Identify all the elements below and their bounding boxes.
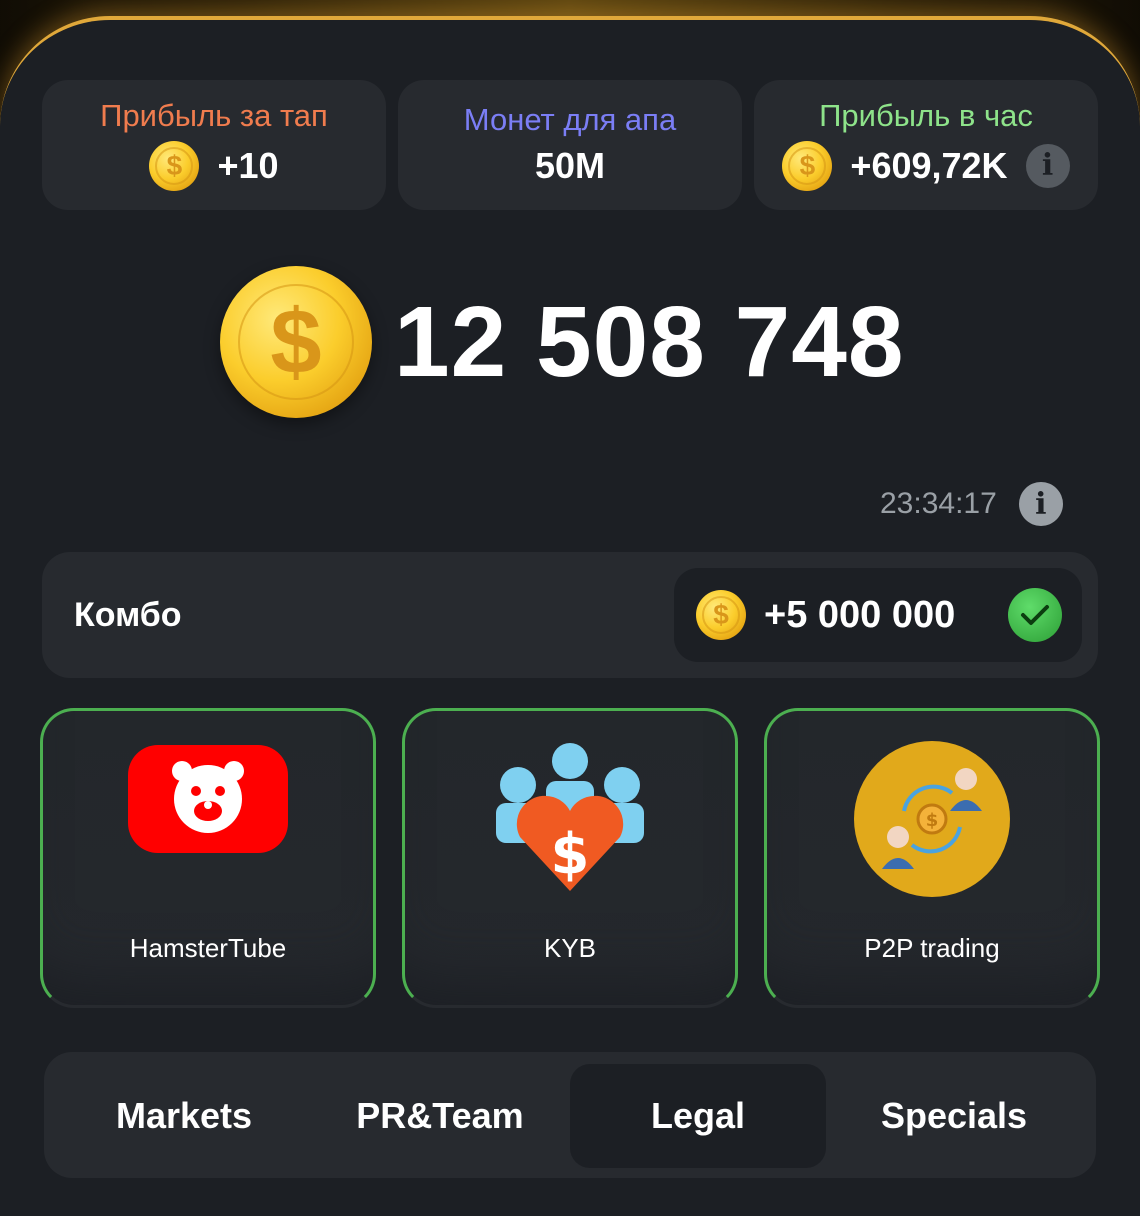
combo-card-p2p-trading[interactable]: $ P2P trading <box>764 708 1100 1008</box>
card-label: HamsterTube <box>129 933 287 963</box>
card-label: P2P trading <box>864 933 1000 963</box>
stat-label-coins-to-level-up: Монет для апа <box>463 101 677 137</box>
tab-markets[interactable]: Markets <box>56 1064 312 1168</box>
stat-card-profit-per-hour: Прибыль в час $ +609,72K i <box>754 80 1098 210</box>
stat-label-profit-per-hour: Прибыль в час <box>819 97 1033 133</box>
coin-icon: $ <box>220 266 372 418</box>
stat-value-coins-to-level-up: 50M <box>534 144 606 186</box>
card-label: KYB <box>543 933 597 963</box>
combo-reward: $ +5 000 000 <box>674 568 1082 662</box>
svg-text:$: $ <box>926 810 939 831</box>
stat-row: $ +10 <box>149 140 279 191</box>
svg-text:$: $ <box>551 822 590 887</box>
category-tabs: Markets PR&Team Legal Specials <box>44 1052 1096 1178</box>
combo-timer: 23:34:17 i <box>880 482 1063 526</box>
stat-card-profit-per-tap: Прибыль за тап $ +10 <box>42 80 386 210</box>
tab-pr-team[interactable]: PR&Team <box>312 1064 568 1168</box>
combo-label: Комбо <box>74 596 182 634</box>
combo-card-hamstertube[interactable]: HamsterTube <box>40 708 376 1008</box>
stat-card-coins-to-level-up: Монет для апа 50M <box>398 80 742 210</box>
stat-row: 50M <box>535 145 605 187</box>
combo-reward-value: +5 000 000 <box>764 593 956 636</box>
info-icon[interactable]: i <box>1025 143 1070 188</box>
info-icon[interactable]: i <box>1018 482 1063 526</box>
hamstertube-icon <box>126 741 290 862</box>
coin-icon: $ <box>782 140 833 191</box>
stat-value-profit-per-tap: +10 <box>217 144 279 186</box>
coin-icon: $ <box>149 140 200 191</box>
combo-bar: Комбо $ +5 000 000 <box>42 552 1098 678</box>
kyb-icon: $ <box>490 741 650 906</box>
tab-specials[interactable]: Specials <box>826 1064 1082 1168</box>
timer-text: 23:34:17 <box>880 487 997 520</box>
balance-value: 12 508 748 <box>394 285 905 398</box>
combo-card-kyb[interactable]: $ KYB <box>402 708 738 1008</box>
check-icon <box>1008 588 1062 642</box>
stat-row: $ +609,72K i <box>782 140 1070 191</box>
main-panel: Прибыль за тап $ +10 Монет для апа 50M П… <box>0 16 1140 1216</box>
tab-legal[interactable]: Legal <box>570 1064 826 1168</box>
coin-icon: $ <box>696 590 746 640</box>
p2p-trading-icon: $ <box>854 741 1010 902</box>
stat-label-profit-per-tap: Прибыль за тап <box>100 97 328 133</box>
balance-display: $ 12 508 748 <box>220 266 905 418</box>
stat-value-profit-per-hour: +609,72K <box>850 144 1008 186</box>
